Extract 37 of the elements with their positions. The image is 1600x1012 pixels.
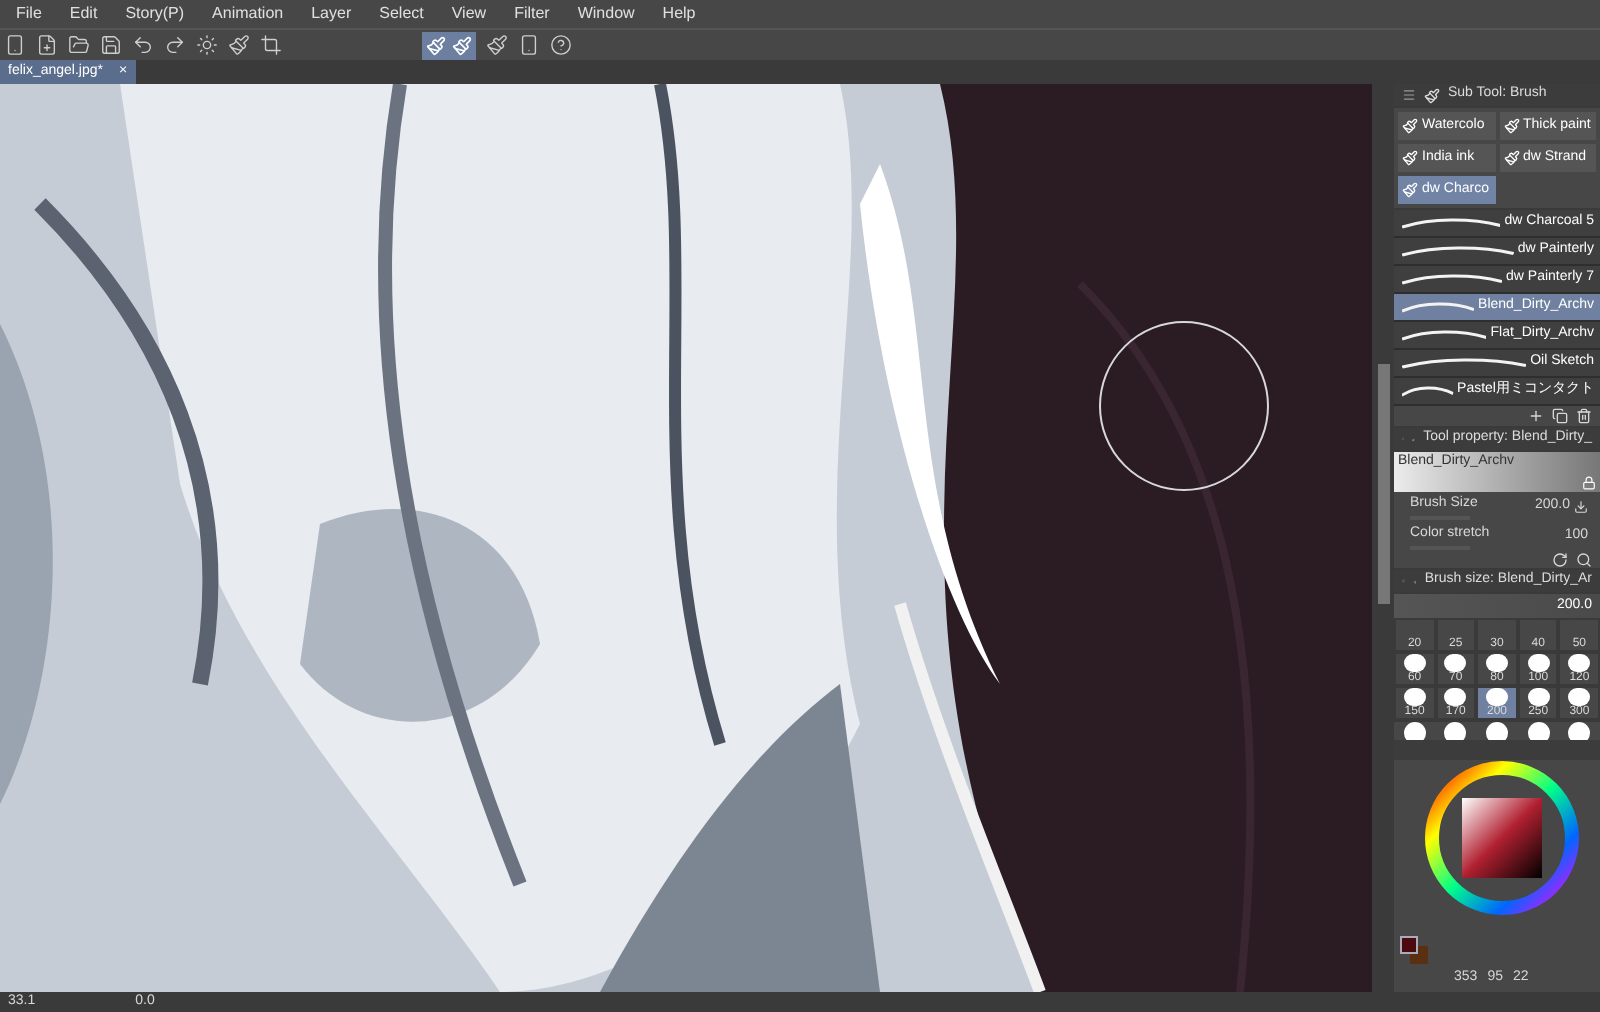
stroke-preview-icon (1402, 357, 1527, 369)
crop-icon[interactable] (260, 34, 282, 56)
menu-item[interactable]: Select (379, 2, 424, 26)
stroke-preview-icon (1402, 329, 1487, 341)
reset-icon[interactable] (1552, 552, 1568, 568)
help-icon[interactable] (550, 34, 572, 56)
trash-icon[interactable] (1576, 408, 1592, 424)
new-file-icon[interactable] (36, 34, 58, 56)
stroke-preview-icon (1402, 301, 1475, 313)
lock-icon[interactable] (1582, 476, 1596, 490)
menu-item[interactable]: View (451, 2, 487, 26)
folder-icon[interactable] (68, 34, 90, 56)
stroke-preview-icon (1402, 273, 1503, 285)
menu-item[interactable]: Edit (69, 2, 98, 26)
menu-item[interactable]: Window (577, 2, 635, 26)
stroke-preview-icon (1402, 385, 1454, 397)
stroke-preview-icon (1402, 217, 1501, 229)
menu-item[interactable]: File (16, 2, 42, 26)
save-icon[interactable] (100, 34, 122, 56)
add-icon[interactable] (1528, 408, 1544, 424)
device-icon[interactable] (518, 34, 540, 56)
sun-icon[interactable] (196, 34, 218, 56)
color-wheel[interactable] (1422, 758, 1582, 918)
redo-icon[interactable] (164, 34, 186, 56)
menu-item[interactable]: Filter (514, 2, 550, 26)
pen-toggle[interactable] (422, 31, 476, 59)
copy-icon[interactable] (1552, 408, 1568, 424)
menu-item[interactable]: Layer (311, 2, 352, 26)
undo-icon[interactable] (132, 34, 154, 56)
menu-item[interactable]: Story(P) (125, 2, 185, 26)
stroke-preview-icon (1402, 245, 1514, 257)
menu-item[interactable]: Animation (212, 2, 284, 26)
tablet-icon[interactable] (4, 34, 26, 56)
search-icon[interactable] (1576, 552, 1592, 568)
download-icon[interactable] (1574, 500, 1588, 514)
menu-item[interactable]: Help (662, 2, 696, 26)
main-color-swatch[interactable] (1400, 936, 1418, 954)
